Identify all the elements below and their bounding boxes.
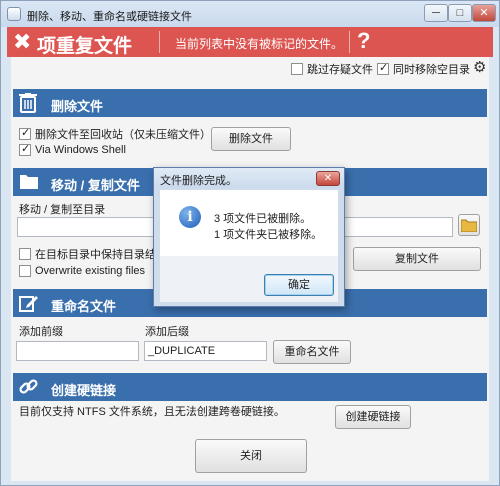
banner-divider [349,31,350,53]
skip-suspect-checkbox[interactable] [291,63,303,75]
remove-empty-dirs-label: 同时移除空目录 [393,64,470,76]
recycle-label: 删除文件至回收站（仅未压缩文件） [35,129,211,141]
dialog-message-folders: 1 项文件夹已被移除。 [214,229,323,241]
deletion-complete-dialog: 文件删除完成。 ✕ i 3 项文件已被删除。 1 项文件夹已被移除。 确定 [153,167,345,307]
create-hardlink-button[interactable]: 创建硬链接 [335,405,411,429]
target-dir-label: 移动 / 复制至目录 [19,204,106,216]
shell-checkbox[interactable] [19,142,31,157]
suffix-label: 添加后缀 [145,326,189,338]
dialog-body: i 3 项文件已被删除。 1 项文件夹已被移除。 [160,190,338,256]
info-icon: i [179,206,201,228]
ok-button[interactable]: 确定 [264,274,334,296]
skip-suspect-label: 跳过存疑文件 [307,64,373,76]
question-icon[interactable]: ? [357,28,370,54]
prefix-label: 添加前缀 [19,326,63,338]
delete-section-header: 删除文件 [13,89,487,117]
delete-files-button[interactable]: 删除文件 [211,127,291,151]
skip-suspect-option[interactable]: 跳过存疑文件 [291,61,373,77]
maximize-button[interactable]: □ [448,4,472,22]
recycle-checkbox[interactable] [19,126,31,140]
banner-message: 当前列表中没有被标记的文件。 [175,37,344,51]
rename-files-button[interactable]: 重命名文件 [273,340,351,364]
keep-structure-label: 在目标目录中保持目录结构 [35,249,167,261]
window-title: 删除、移动、重命名或硬链接文件 [27,11,192,23]
hardlink-note: 目前仅支持 NTFS 文件系统，且无法创建跨卷硬链接。 [19,406,285,418]
overwrite-label: Overwrite existing files [35,265,146,278]
main-window: 删除、移动、重命名或硬链接文件 ─ □ ✕ ✖ 项重复文件 当前列表中没有被标记… [0,0,500,486]
overwrite-option[interactable]: Overwrite existing files [19,265,146,278]
overwrite-checkbox[interactable] [19,265,31,278]
delete-section-title: 删除文件 [51,99,104,114]
close-button[interactable]: 关闭 [195,439,307,473]
prefix-input[interactable] [16,341,139,361]
suffix-input[interactable]: _DUPLICATE [144,341,267,361]
rename-section-title: 重命名文件 [51,299,117,314]
dialog-footer: 确定 [160,256,338,302]
remove-empty-dirs-option[interactable]: 同时移除空目录 [377,61,470,77]
recycle-option[interactable]: 删除文件至回收站（仅未压缩文件） [19,126,211,142]
copy-files-button[interactable]: 复制文件 [353,247,481,271]
hardlink-section-header: 创建硬链接 [13,373,487,401]
banner-divider [159,31,160,53]
browse-folder-button[interactable] [458,214,480,236]
pencil-icon [19,293,39,318]
close-window-button[interactable]: ✕ [472,4,496,22]
remove-empty-dirs-checkbox[interactable] [377,61,389,75]
keep-structure-checkbox[interactable] [19,248,31,260]
app-icon [7,7,21,21]
move-section-title: 移动 / 复制文件 [51,178,140,193]
title-bar[interactable]: 删除、移动、重命名或硬链接文件 ─ □ ✕ [1,1,499,27]
minimize-button[interactable]: ─ [424,4,448,22]
status-banner: ✖ 项重复文件 当前列表中没有被标记的文件。 ? [7,27,493,57]
gear-icon[interactable]: ⚙ [473,58,486,76]
trash-icon [19,93,37,118]
folder-icon [19,172,39,195]
banner-title: 项重复文件 [37,36,133,57]
shell-option[interactable]: Via Windows Shell [19,142,126,157]
dialog-title-bar[interactable]: 文件删除完成。 ✕ [154,168,344,188]
keep-structure-option[interactable]: 在目标目录中保持目录结构 [19,246,167,262]
hardlink-section-title: 创建硬链接 [51,383,117,398]
x-mark-icon: ✖ [13,29,32,54]
shell-label: Via Windows Shell [35,144,126,157]
dialog-close-button[interactable]: ✕ [316,171,340,186]
dialog-message-files: 3 项文件已被删除。 [214,213,312,225]
link-icon [19,377,39,402]
dialog-title: 文件删除完成。 [160,175,237,187]
